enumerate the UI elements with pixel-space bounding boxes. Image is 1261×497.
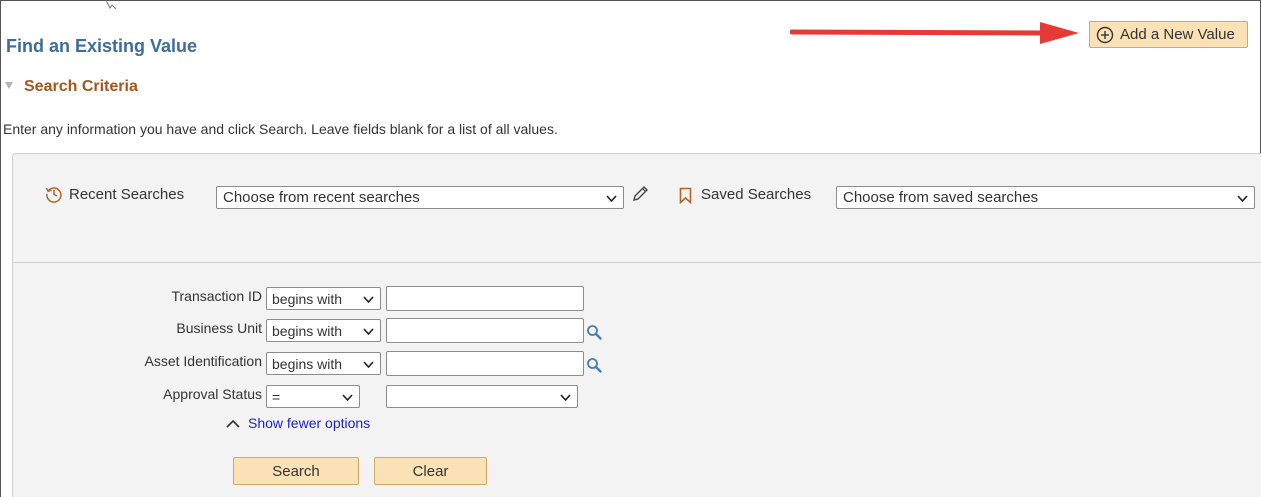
asset-identification-label: Asset Identification: [144, 353, 262, 369]
page-title: Find an Existing Value: [6, 36, 198, 56]
recent-searches-select[interactable]: Choose from recent searches: [216, 186, 624, 209]
transaction-id-operator-value: begins with: [272, 290, 343, 307]
add-new-value-button[interactable]: Add a New Value: [1089, 21, 1248, 48]
recent-searches-selected: Choose from recent searches: [223, 189, 420, 206]
chevron-down-icon: [363, 327, 374, 335]
business-unit-label: Business Unit: [176, 320, 262, 336]
approval-status-operator-select[interactable]: =: [266, 385, 360, 408]
recent-searches-label: Recent Searches: [69, 186, 185, 203]
business-unit-input[interactable]: [386, 318, 584, 343]
chevron-down-icon: [363, 295, 374, 303]
plus-circle-icon: [1096, 26, 1114, 43]
instructions-text: Enter any information you have and click…: [3, 121, 558, 137]
collapse-triangle-icon[interactable]: [5, 82, 13, 90]
asset-identification-input[interactable]: [386, 351, 584, 376]
approval-status-label: Approval Status: [163, 386, 262, 402]
search-button[interactable]: Search: [233, 457, 359, 485]
saved-searches-select[interactable]: Choose from saved searches: [836, 186, 1255, 209]
mouse-cursor-icon: [105, 0, 117, 10]
add-new-value-label: Add a New Value: [1120, 26, 1235, 43]
saved-searches-selected: Choose from saved searches: [843, 189, 1039, 206]
business-unit-operator-select[interactable]: begins with: [266, 319, 381, 342]
transaction-id-label: Transaction ID: [171, 288, 262, 304]
transaction-id-operator-select[interactable]: begins with: [266, 287, 381, 310]
search-lookup-icon[interactable]: [586, 357, 602, 373]
chevron-down-icon: [560, 393, 571, 401]
chevron-up-icon: [226, 419, 240, 428]
annotation-arrow-icon: [790, 22, 1079, 44]
section-title: Search Criteria: [24, 78, 138, 95]
chevron-down-icon: [363, 360, 374, 368]
history-icon: [45, 187, 62, 203]
clear-button[interactable]: Clear: [374, 457, 487, 485]
asset-identification-operator-select[interactable]: begins with: [266, 352, 381, 375]
approval-status-operator-value: =: [272, 388, 281, 405]
approval-status-value-select[interactable]: [386, 385, 578, 408]
chevron-down-icon: [342, 393, 353, 401]
panel-divider: [13, 262, 1261, 263]
chevron-down-icon: [606, 194, 617, 202]
transaction-id-input[interactable]: [386, 286, 584, 311]
saved-searches-label: Saved Searches: [701, 186, 812, 203]
asset-identification-operator-value: begins with: [272, 355, 343, 372]
bookmark-icon: [679, 187, 692, 204]
show-fewer-options-link[interactable]: Show fewer options: [226, 415, 370, 431]
search-lookup-icon[interactable]: [586, 324, 602, 340]
chevron-down-icon: [1237, 194, 1248, 202]
show-fewer-options-label: Show fewer options: [248, 415, 371, 431]
business-unit-operator-value: begins with: [272, 322, 343, 339]
edit-pencil-icon[interactable]: [630, 184, 650, 204]
